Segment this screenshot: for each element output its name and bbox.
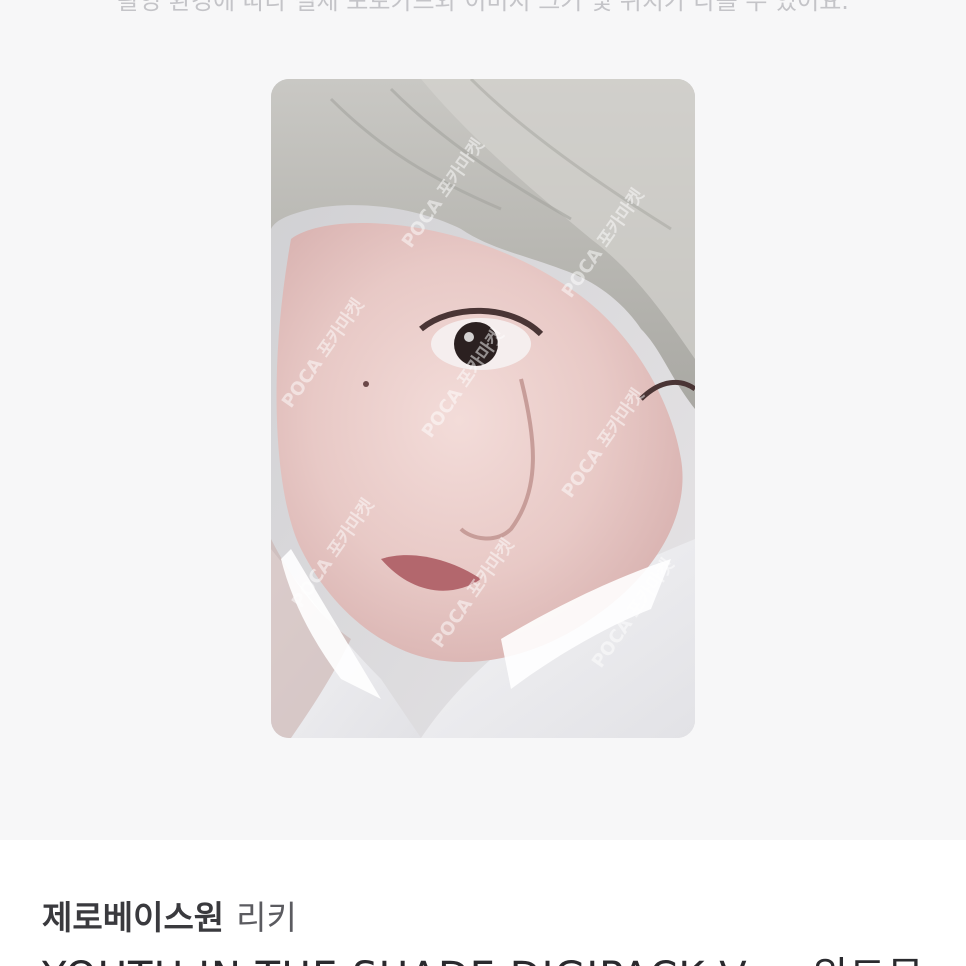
- product-detail-page: 촬영 환경에 따라 실제 포토카드와 이미지 크기 및 위치가 다를 수 있어요…: [0, 0, 966, 966]
- image-disclaimer-notice: 촬영 환경에 따라 실제 포토카드와 이미지 크기 및 위치가 다를 수 있어요…: [117, 0, 849, 15]
- product-info: 제로베이스원 리키 YOUTH IN THE SHADE DIGIPACK Ver…: [0, 840, 966, 966]
- product-title: YOUTH IN THE SHADE DIGIPACK Ver. 위드뮤: [42, 952, 925, 966]
- photo-viewer: 촬영 환경에 따라 실제 포토카드와 이미지 크기 및 위치가 다를 수 있어요…: [0, 0, 966, 840]
- artist-member-line: 제로베이스원 리키: [42, 896, 297, 940]
- artist-name[interactable]: 제로베이스원: [42, 898, 224, 937]
- member-name[interactable]: 리키: [236, 898, 297, 937]
- photocard-image[interactable]: POCA 포카마켓 POCA 포카마켓 POCA 포카마켓 POCA 포카마켓 …: [271, 79, 695, 738]
- photocard-illustration: POCA 포카마켓 POCA 포카마켓 POCA 포카마켓 POCA 포카마켓 …: [271, 79, 695, 738]
